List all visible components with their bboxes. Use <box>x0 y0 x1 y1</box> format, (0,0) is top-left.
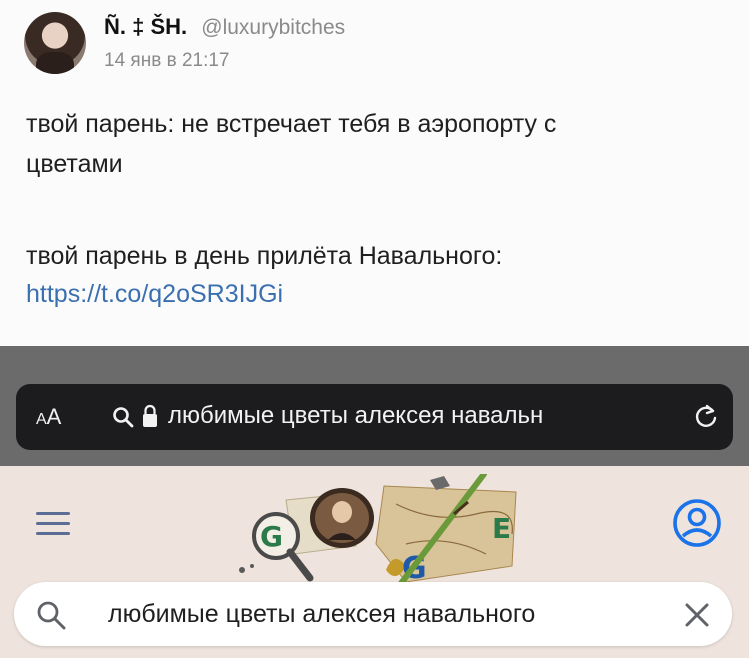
google-doodle[interactable]: G G E <box>236 474 526 592</box>
browser-toolbar: AA любимые цветы алексея навальн <box>0 346 749 466</box>
author-handle[interactable]: @luxurybitches <box>201 16 345 39</box>
google-search-box[interactable]: любимые цветы алексея навального <box>14 582 732 646</box>
text-size-large-label: A <box>46 404 62 429</box>
search-icon <box>113 407 134 428</box>
reload-icon[interactable] <box>692 402 720 430</box>
close-icon[interactable] <box>684 602 710 628</box>
address-bar[interactable]: AA любимые цветы алексея навальн <box>16 384 733 450</box>
post-text-line-2: цветами <box>26 150 123 178</box>
author-line: Ñ. ‡ ŠH. @luxurybitches <box>104 14 345 40</box>
post-link[interactable]: https://t.co/q2oSR3IJGi <box>26 280 283 309</box>
post: Ñ. ‡ ŠH. @luxurybitches 14 янв в 21:17 т… <box>0 0 749 346</box>
text-size-button[interactable]: AA <box>36 404 61 430</box>
doodle-letter-e: E <box>492 512 511 545</box>
author-name[interactable]: Ñ. ‡ ŠH. <box>104 14 187 39</box>
author-avatar[interactable] <box>24 12 86 74</box>
google-search-page: G G E любимые цветы алексея навального <box>0 466 749 658</box>
post-date[interactable]: 14 янв в 21:17 <box>104 50 230 72</box>
post-text-line-3: твой парень в день прилёта Навального: <box>26 242 503 270</box>
doodle-letter-g: G <box>260 520 283 553</box>
url-text[interactable]: любимые цветы алексея навальн <box>168 402 668 430</box>
post-text-line-1: твой парень: не встречает тебя в аэропор… <box>26 110 557 138</box>
search-icon <box>37 601 66 630</box>
search-input[interactable]: любимые цветы алексея навального <box>108 600 535 629</box>
text-size-small-label: A <box>36 411 47 428</box>
menu-icon[interactable] <box>36 512 70 538</box>
account-icon[interactable] <box>672 498 722 548</box>
lock-icon <box>143 404 157 427</box>
